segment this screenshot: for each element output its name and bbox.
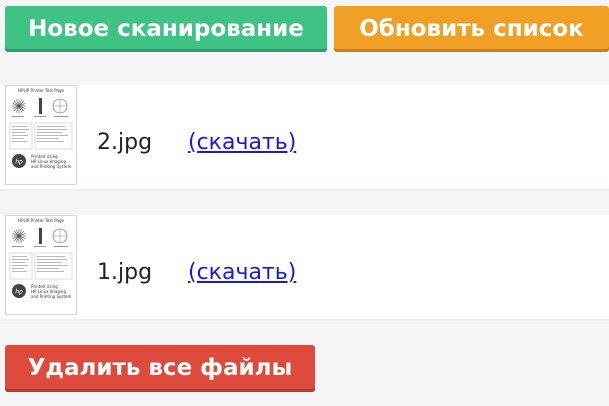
download-link[interactable]: (скачать) xyxy=(188,259,296,287)
file-thumbnail[interactable]: HPLIP Printer Test Page hp Printed Using… xyxy=(5,85,77,185)
thumbnail-caption-line: and Printing System xyxy=(31,164,71,169)
file-thumbnail[interactable]: HPLIP Printer Test Page hp Printed Using… xyxy=(5,215,77,315)
new-scan-button[interactable]: Новое сканирование xyxy=(5,6,327,52)
test-page-preview-image: HPLIP Printer Test Page hp Printed Using… xyxy=(9,88,73,169)
refresh-list-button[interactable]: Обновить список xyxy=(334,6,609,52)
top-toolbar: Новое сканирование Обновить список xyxy=(5,6,609,52)
file-row: HPLIP Printer Test Page hp Printed Using… xyxy=(0,85,609,191)
thumbnail-title: HPLIP Printer Test Page xyxy=(18,218,64,223)
test-page-preview-image: HPLIP Printer Test Page hp Printed Using… xyxy=(9,218,73,299)
thumbnail-caption-line: and Printing System xyxy=(31,294,71,299)
file-name: 2.jpg xyxy=(97,130,153,155)
svg-text:hp: hp xyxy=(15,159,23,166)
delete-all-files-button[interactable]: Удалить все файлы xyxy=(5,345,315,392)
file-row: HPLIP Printer Test Page hp Printed Using… xyxy=(0,215,609,321)
file-name: 1.jpg xyxy=(97,260,153,285)
download-link[interactable]: (скачать) xyxy=(188,129,296,157)
svg-text:hp: hp xyxy=(15,289,23,296)
thumbnail-title: HPLIP Printer Test Page xyxy=(18,88,64,93)
